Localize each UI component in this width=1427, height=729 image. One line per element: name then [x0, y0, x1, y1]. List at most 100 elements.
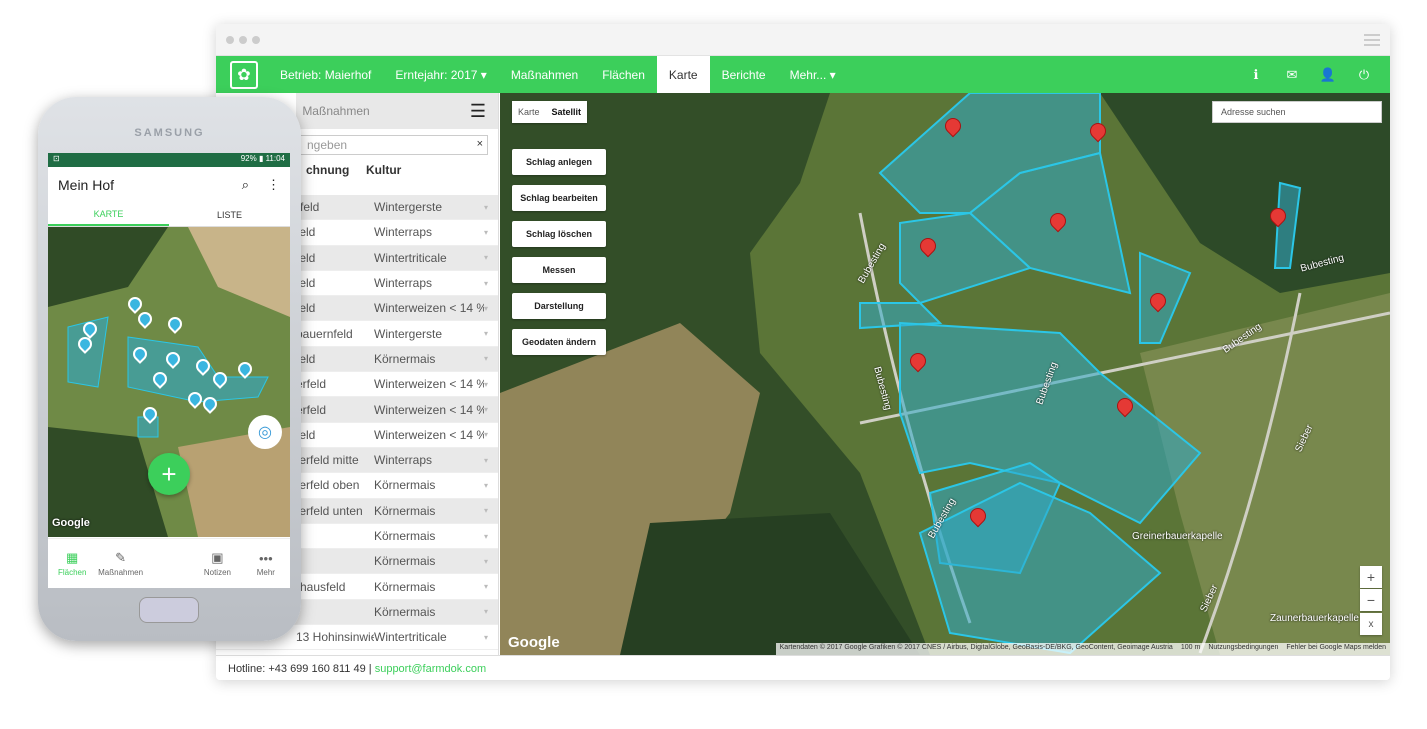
- tab-liste[interactable]: LISTE: [169, 203, 290, 226]
- field-crop: Körnermais: [374, 604, 436, 619]
- sort-icon: ▾: [484, 303, 489, 313]
- nav-item-erntejahr[interactable]: Erntejahr: 2017 ▾: [383, 56, 498, 93]
- google-logo: Google: [508, 634, 560, 651]
- window-dot: [239, 36, 247, 44]
- search-icon[interactable]: ⌕: [242, 177, 249, 193]
- tab-massnahmen[interactable]: Maßnahmen: [296, 93, 376, 129]
- home-button[interactable]: [139, 597, 199, 623]
- bottom-nav-label: Notizen: [203, 568, 231, 577]
- sort-icon: ▾: [484, 455, 489, 465]
- map-type-karte[interactable]: Karte: [512, 101, 546, 123]
- field-crop: Wintergerste: [374, 326, 443, 341]
- google-logo: Google: [52, 517, 90, 529]
- zoom-out-button[interactable]: −: [1360, 589, 1382, 611]
- field-crop: Wintergerste: [374, 200, 443, 215]
- bottom-nav-mehr[interactable]: ••• Mehr: [242, 539, 290, 588]
- wheat-logo-icon[interactable]: ✿: [230, 60, 258, 89]
- field-crop: Körnermais: [374, 351, 436, 366]
- status-text: 92% ▮ 11:04: [240, 154, 285, 163]
- nav-item-massnahmen[interactable]: Maßnahmen: [499, 56, 590, 93]
- sort-icon: ▾: [484, 632, 489, 642]
- nav-item-berichte[interactable]: Berichte: [710, 56, 778, 93]
- field-crop: Körnermais: [374, 478, 436, 493]
- satellite-map[interactable]: Karte Satellit Schlag anlegen Schlag bea…: [500, 93, 1390, 655]
- bottom-nav-label: Flächen: [57, 568, 87, 577]
- power-icon[interactable]: ⏻: [1346, 67, 1382, 83]
- sort-icon: ▾: [484, 556, 489, 566]
- tab-karte[interactable]: KARTE: [48, 203, 169, 226]
- bottom-nav-label: Mehr: [256, 567, 275, 577]
- footer: Hotline: +43 699 160 811 49 | support@fa…: [216, 655, 1390, 680]
- nav-item-mehr[interactable]: Mehr... ▾: [778, 56, 848, 93]
- schlag-bearbeiten-button[interactable]: Schlag bearbeiten: [512, 185, 606, 211]
- bottom-nav-massnahmen[interactable]: ✎ Maßnahmen: [96, 539, 144, 588]
- report-link[interactable]: Fehler bei Google Maps melden: [1286, 644, 1386, 654]
- field-crop: Wintertriticale: [374, 250, 447, 265]
- smartphone: SAMSUNG ⊡ 92% ▮ 11:04 Mein Hof ⌕ ⋮ KARTE …: [38, 97, 301, 641]
- terms-link[interactable]: Nutzungsbedingungen: [1208, 644, 1278, 654]
- browser-window: ✿ Betrieb: Maierhof Erntejahr: 2017 ▾ Ma…: [216, 24, 1390, 680]
- more-horiz-icon: •••: [259, 550, 273, 566]
- bottom-nav-notizen[interactable]: ▣ Notizen: [193, 539, 241, 588]
- sort-icon: ▾: [484, 506, 489, 516]
- add-fab-button[interactable]: +: [148, 453, 190, 495]
- info-icon[interactable]: ℹ: [1238, 67, 1274, 83]
- sort-icon: ▾: [484, 379, 489, 389]
- nav-item-karte[interactable]: Karte: [656, 56, 710, 93]
- status-bar: ⊡ 92% ▮ 11:04: [48, 153, 290, 167]
- app-bar: Mein Hof ⌕ ⋮: [48, 167, 290, 203]
- nav-item-betrieb[interactable]: Betrieb: Maierhof: [268, 56, 383, 93]
- field-crop: Körnermais: [374, 503, 436, 518]
- window-dot: [252, 36, 260, 44]
- sort-icon: ▾: [484, 329, 489, 339]
- mail-icon[interactable]: ✉: [1274, 67, 1310, 83]
- field-crop: Körnermais: [374, 554, 436, 569]
- search-placeholder: ngeben: [307, 138, 348, 152]
- schlag-loeschen-button[interactable]: Schlag löschen: [512, 221, 606, 247]
- column-header-kultur[interactable]: Kultur: [366, 163, 486, 195]
- darstellung-button[interactable]: Darstellung: [512, 293, 606, 319]
- clear-search-icon[interactable]: ×: [477, 138, 483, 150]
- field-crop: Wintertriticale: [374, 630, 447, 645]
- geodaten-aendern-button[interactable]: Geodaten ändern: [512, 329, 606, 355]
- panel-menu-icon[interactable]: ☰: [458, 93, 498, 129]
- field-crop: Winterraps: [374, 276, 433, 291]
- map-close-button[interactable]: x: [1360, 613, 1382, 635]
- map-label: Zaunerbauerkapelle: [1270, 613, 1359, 624]
- more-vert-icon[interactable]: ⋮: [267, 177, 280, 193]
- field-crop: Winterweizen < 14 %: [374, 427, 484, 442]
- sort-icon: ▾: [484, 430, 489, 440]
- sort-icon: ▾: [484, 405, 489, 415]
- bottom-nav: ▦ Flächen ✎ Maßnahmen ▣ Notizen ••• Mehr: [48, 538, 290, 588]
- note-icon: ▣: [211, 550, 224, 565]
- browser-menu-icon[interactable]: [1364, 34, 1380, 46]
- top-nav: ✿ Betrieb: Maierhof Erntejahr: 2017 ▾ Ma…: [216, 56, 1390, 93]
- sort-icon: ▾: [484, 607, 489, 617]
- zoom-in-button[interactable]: +: [1360, 566, 1382, 588]
- grid-icon: ▦: [66, 550, 79, 565]
- nav-item-flaechen[interactable]: Flächen: [590, 56, 657, 93]
- hotline-text: Hotline: +43 699 160 811 49 |: [228, 663, 372, 675]
- pencil-icon: ✎: [115, 550, 127, 565]
- user-icon[interactable]: 👤: [1310, 67, 1346, 83]
- sort-icon: ▾: [484, 202, 489, 212]
- map-label: Greinerbauerkapelle: [1132, 531, 1223, 542]
- phone-screen: ⊡ 92% ▮ 11:04 Mein Hof ⌕ ⋮ KARTE LISTE G…: [48, 153, 290, 588]
- my-location-icon[interactable]: ◎: [248, 415, 282, 449]
- bottom-nav-flaechen[interactable]: ▦ Flächen: [48, 539, 96, 588]
- sort-icon: ▾: [484, 278, 489, 288]
- support-email-link[interactable]: support@farmdok.com: [375, 663, 486, 675]
- scale-label: 100 m: [1180, 644, 1201, 651]
- sort-icon: ▾: [484, 480, 489, 490]
- phone-tabs: KARTE LISTE: [48, 203, 290, 227]
- field-crop: Körnermais: [374, 579, 436, 594]
- sort-icon: ▾: [484, 531, 489, 541]
- field-crop: Winterraps: [374, 453, 433, 468]
- phone-brand: SAMSUNG: [134, 127, 205, 139]
- browser-chrome: [216, 24, 1390, 56]
- messen-button[interactable]: Messen: [512, 257, 606, 283]
- address-search-input[interactable]: Adresse suchen: [1212, 101, 1382, 123]
- schlag-anlegen-button[interactable]: Schlag anlegen: [512, 149, 606, 175]
- map-type-satellit[interactable]: Satellit: [546, 101, 588, 123]
- map-attribution: Kartendaten © 2017 Google Grafiken © 201…: [775, 643, 1390, 655]
